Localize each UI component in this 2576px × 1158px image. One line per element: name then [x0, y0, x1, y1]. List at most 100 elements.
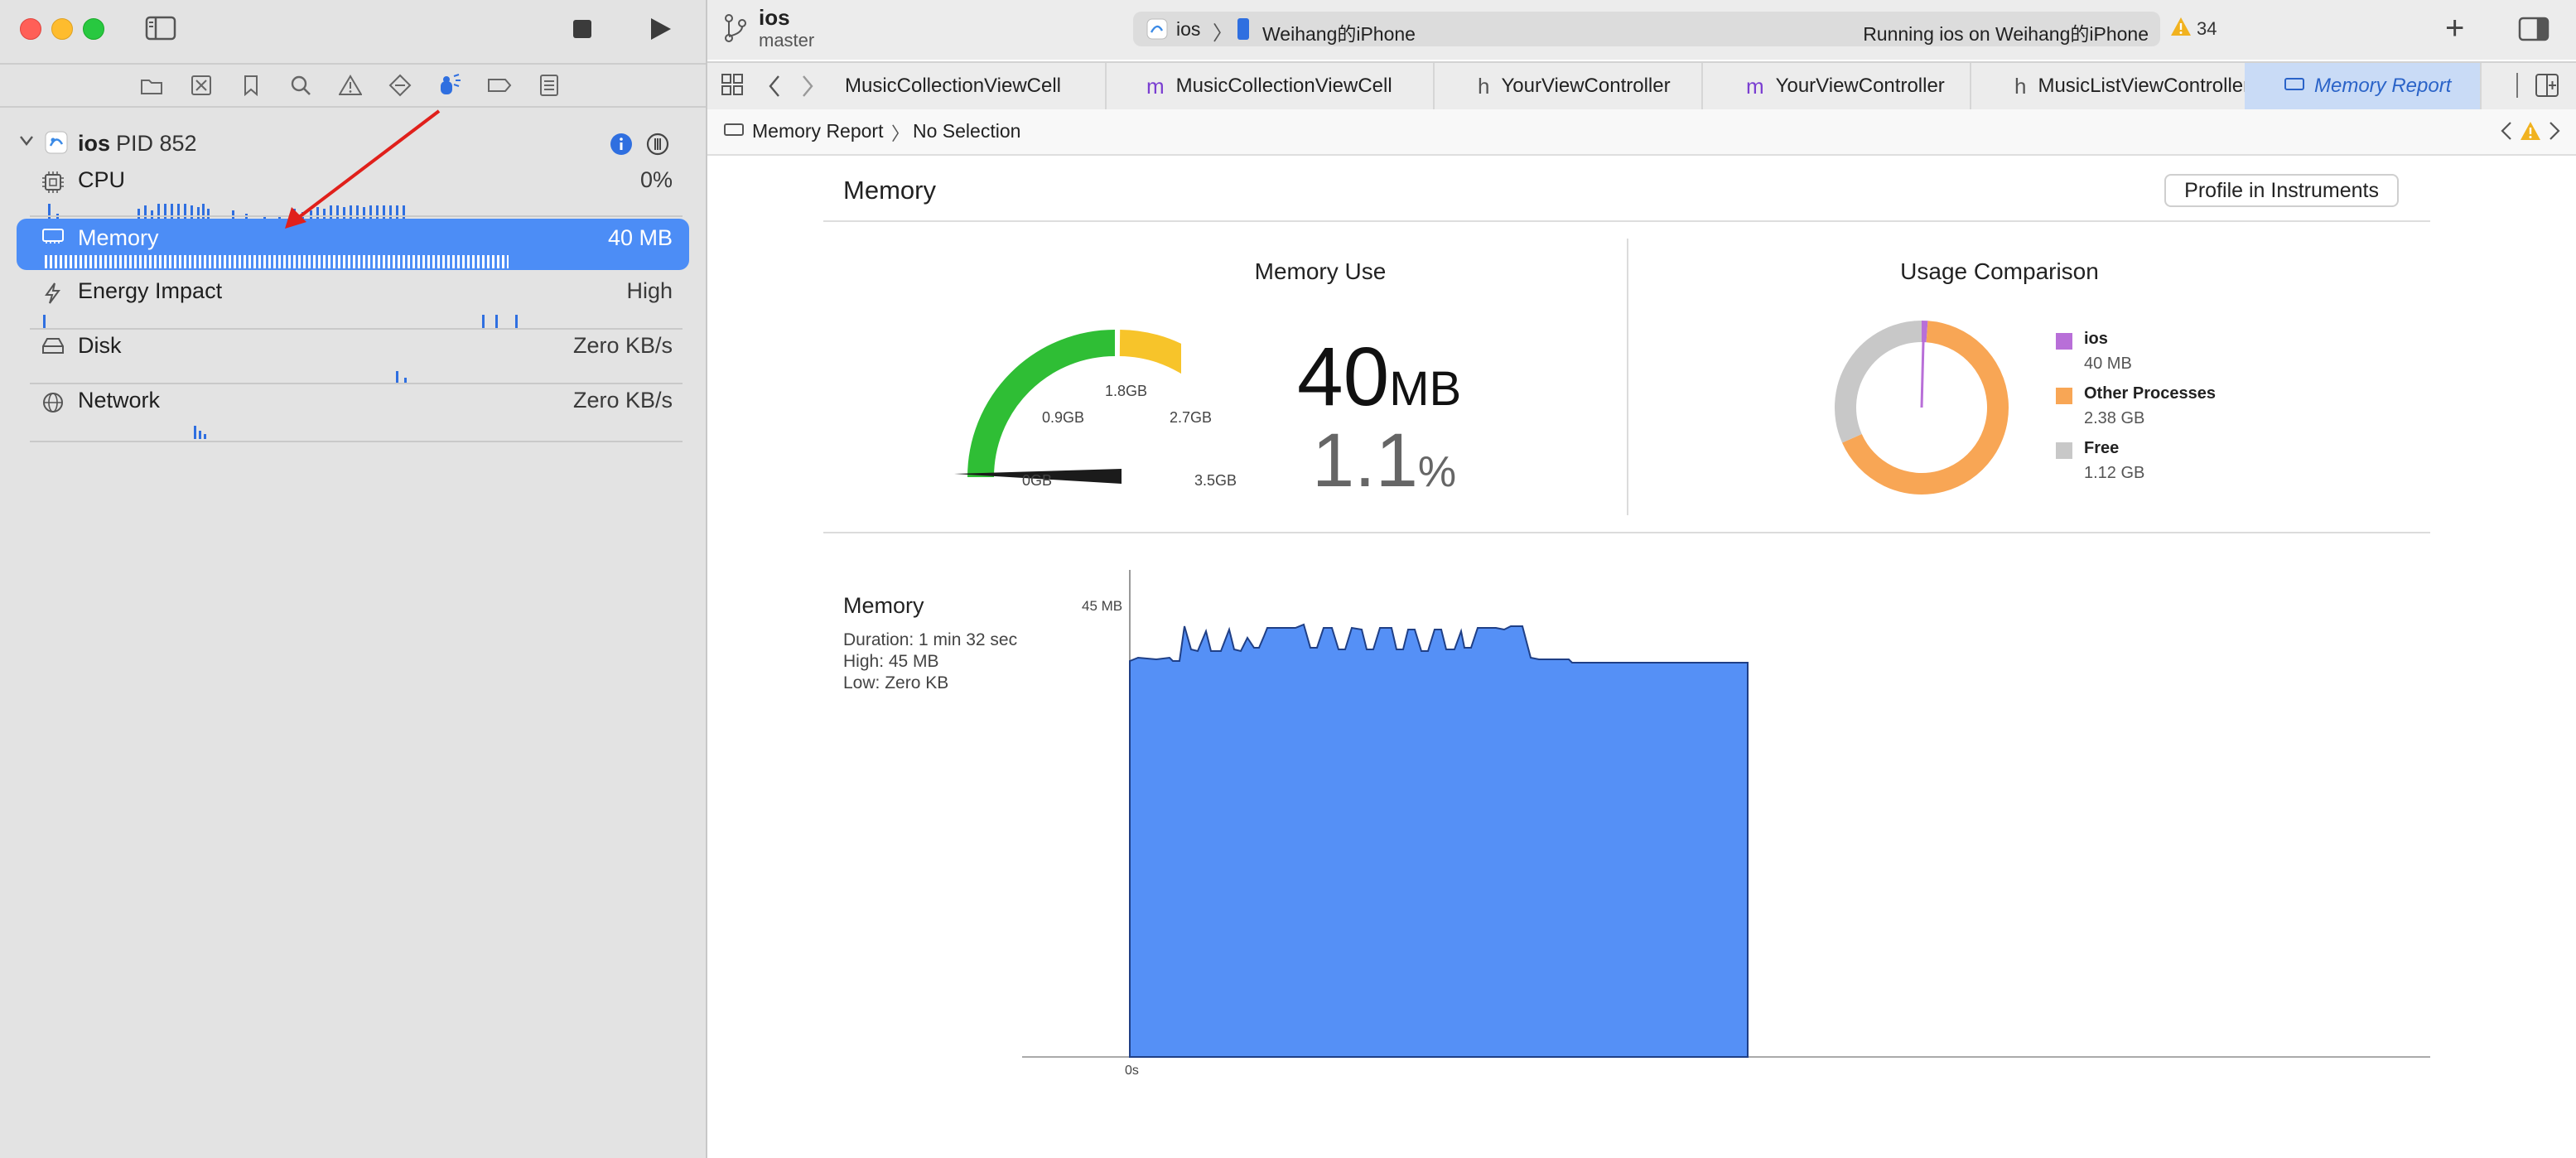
section-divider	[823, 532, 2430, 533]
tab-file[interactable]: MusicCollectionViewCell	[828, 63, 1107, 109]
legend-value: 1.12 GB	[2084, 464, 2145, 482]
memory-report-content: Memory Profile in Instruments Memory Use…	[707, 156, 2576, 1158]
device-selector[interactable]: Weihang的iPhone	[1262, 18, 1416, 46]
gauge-energy[interactable]: Energy Impact High	[17, 278, 689, 333]
tab-divider	[2516, 73, 2518, 98]
next-issue-icon[interactable]	[2548, 121, 2561, 145]
minimize-window-button[interactable]	[51, 18, 73, 40]
usage-comparison-title: Usage Comparison	[1900, 258, 2099, 284]
profile-in-instruments-button[interactable]: Profile in Instruments	[2164, 174, 2399, 207]
stop-icon[interactable]	[572, 18, 593, 40]
globe-icon	[41, 391, 65, 414]
memory-use-value: 40MB	[1297, 331, 1462, 423]
editor-tab-bar: MusicCollectionViewCell m MusicCollectio…	[707, 61, 2576, 111]
app-icon	[45, 131, 68, 158]
breakpoint-icon[interactable]	[487, 73, 512, 98]
branch-icon	[722, 13, 747, 47]
add-icon[interactable]: +	[2445, 8, 2464, 48]
test-diamond-icon[interactable]	[388, 73, 412, 98]
breadcrumb-item[interactable]: No Selection	[913, 120, 1020, 142]
gauge-disk-label: Disk	[78, 333, 122, 358]
legend-value: 2.38 GB	[2084, 409, 2145, 427]
close-window-button[interactable]	[20, 18, 41, 40]
disclosure-chevron-icon[interactable]	[18, 134, 35, 152]
activity-view: ios 〉 Weihang的iPhone Running ios on Weih…	[1133, 12, 2160, 46]
memory-use-percent: 1.1%	[1312, 418, 1457, 503]
source-control-icon[interactable]	[189, 73, 214, 98]
warning-count[interactable]: 34	[2197, 18, 2217, 40]
tab-label: MusicCollectionViewCell	[1175, 75, 1392, 97]
tab-label: Memory Report	[2314, 75, 2452, 97]
inspector-toggle-icon[interactable]	[2518, 17, 2549, 46]
gauge-network-value: Zero KB/s	[572, 388, 673, 413]
split-editor-icon[interactable]	[2535, 73, 2559, 102]
gauge-cpu-value: 0%	[639, 167, 673, 192]
gauge-network-label: Network	[78, 388, 161, 413]
gauge-tick-label: 0GB	[1022, 472, 1053, 489]
chart-summary: Memory Duration: 1 min 32 sec High: 45 M…	[843, 595, 1017, 694]
chart-duration: Duration: 1 min 32 sec	[843, 630, 1018, 649]
chart-high: High: 45 MB	[843, 652, 939, 671]
bookmark-icon[interactable]	[239, 73, 263, 98]
info-icon[interactable]	[610, 133, 633, 160]
memory-gauge	[954, 330, 1181, 484]
iphone-icon	[1237, 18, 1249, 40]
process-pid: PID 852	[116, 131, 197, 156]
scheme-selector[interactable]: ios	[1176, 18, 1200, 41]
run-icon[interactable]	[648, 17, 673, 41]
breadcrumb-item[interactable]: Memory Report	[752, 120, 883, 142]
annotation-arrow	[285, 109, 441, 229]
bolt-icon	[41, 282, 65, 305]
objc-m-file-icon: m	[1146, 73, 1165, 99]
legend-name: ios	[2084, 330, 2108, 348]
tab-file[interactable]: h YourViewController	[1435, 63, 1703, 109]
objc-m-file-icon: m	[1746, 73, 1764, 99]
memory-sparkline	[45, 255, 509, 268]
gauge-tick-label: 0.9GB	[1042, 409, 1085, 426]
cpu-chip-icon	[41, 171, 65, 194]
tab-label: MusicCollectionViewCell	[845, 75, 1061, 97]
zoom-window-button[interactable]	[83, 18, 104, 40]
gauge-disk[interactable]: Disk Zero KB/s	[17, 333, 689, 388]
memory-chip-icon	[41, 227, 65, 250]
header-h-file-icon: h	[2014, 73, 2027, 99]
memory-use-unit: MB	[1389, 362, 1462, 416]
legend-name: Other Processes	[2084, 384, 2216, 403]
tab-memory-report[interactable]: Memory Report	[2245, 63, 2482, 109]
scheme-app-icon	[1146, 18, 1168, 44]
tab-label: YourViewController	[1501, 75, 1671, 97]
project-name[interactable]: ios	[759, 5, 790, 31]
grid-icon[interactable]	[721, 73, 744, 100]
issue-warning-icon[interactable]	[338, 73, 363, 98]
folder-icon[interactable]	[139, 73, 164, 98]
sidebar-toggle-icon[interactable]	[144, 15, 177, 41]
tab-file[interactable]: m MusicCollectionViewCell	[1107, 63, 1435, 109]
debug-navigator-icon[interactable]	[437, 73, 462, 98]
legend-swatch	[2056, 388, 2072, 404]
previous-issue-icon[interactable]	[2500, 121, 2513, 145]
debug-navigator: ios PID 852 CPU 0% Memory 40 MB Energy I…	[0, 0, 707, 1158]
memory-timeline-chart	[1022, 570, 2430, 1058]
disk-sparkline	[396, 371, 407, 384]
sidebar-toolbar	[0, 0, 706, 60]
gauge-tick-label: 2.7GB	[1170, 409, 1213, 426]
report-navigator-icon[interactable]	[537, 73, 562, 98]
pause-threads-icon[interactable]	[646, 133, 669, 160]
usage-donut-chart	[1835, 321, 2009, 495]
back-chevron-icon[interactable]	[767, 75, 782, 102]
tab-file[interactable]: m YourViewController	[1703, 63, 1971, 109]
memory-report-icon	[724, 123, 744, 142]
legend-name: Free	[2084, 439, 2120, 457]
chart-low: Low: Zero KB	[843, 673, 949, 692]
memory-use-percent-unit: %	[1417, 448, 1457, 496]
warning-icon[interactable]	[2170, 17, 2192, 41]
tab-file[interactable]: h MusicListViewController	[1971, 63, 2286, 109]
forward-chevron-icon[interactable]	[800, 75, 815, 102]
branch-name[interactable]: master	[759, 30, 814, 51]
tab-label: MusicListViewController	[2038, 75, 2250, 97]
gauge-network[interactable]: Network Zero KB/s	[17, 388, 689, 442]
gauge-memory-label: Memory	[78, 225, 159, 250]
search-icon[interactable]	[288, 73, 313, 98]
issue-warning-icon[interactable]	[2520, 121, 2541, 145]
gauge-tick-label: 1.8GB	[1105, 383, 1148, 399]
